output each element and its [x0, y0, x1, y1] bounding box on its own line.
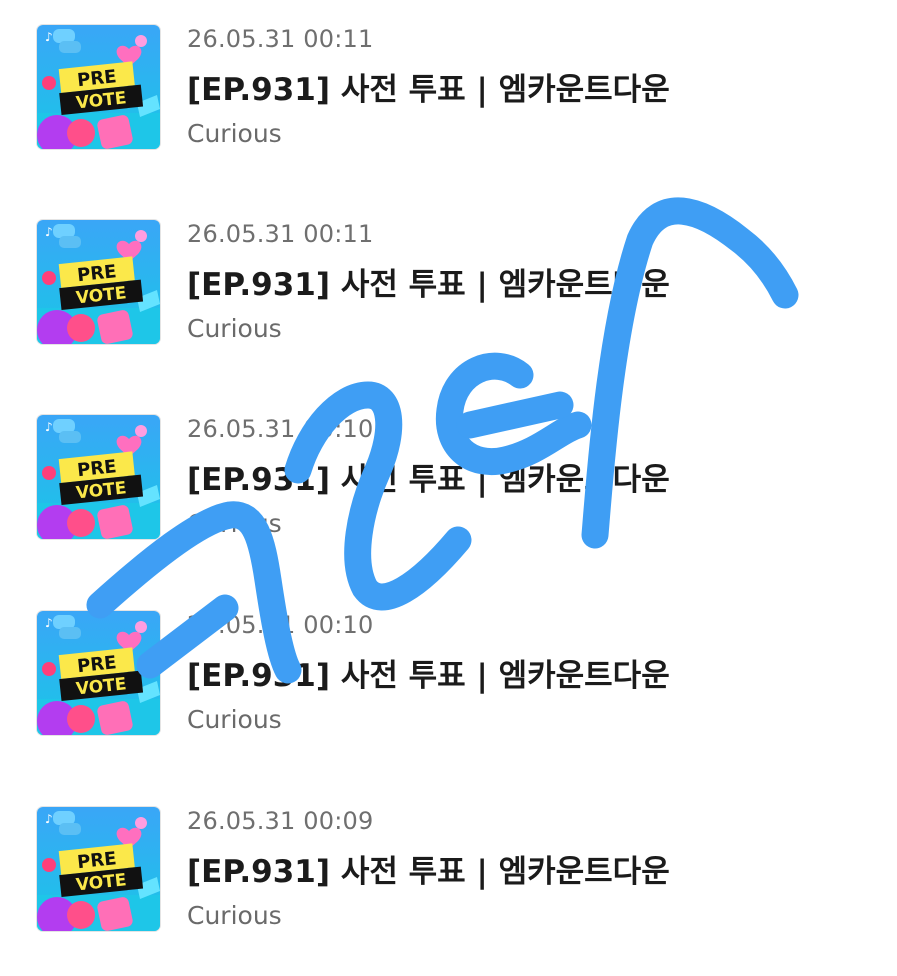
list-item[interactable]: ♪ PRE VOTE 26.05.31 00:11 [EP.931] 사전 투표…: [0, 217, 897, 357]
list-item[interactable]: ♪ PRE VOTE 26.05.31 00:10 [EP.931] 사전 투표…: [0, 412, 897, 552]
notification-date: 26.05.31 00:11: [187, 220, 374, 248]
notification-artist: Curious: [187, 705, 282, 734]
pre-vote-thumbnail: ♪ PRE VOTE: [36, 610, 161, 736]
notification-date: 26.05.31 00:10: [187, 415, 374, 443]
thumb-badge-line1: PRE: [76, 848, 117, 873]
svg-text:♪: ♪: [45, 30, 53, 44]
notification-date: 26.05.31 00:09: [187, 807, 374, 835]
thumb-badge-line1: PRE: [76, 456, 117, 481]
thumb-badge-line1: PRE: [76, 66, 117, 91]
notification-title: [EP.931] 사전 투표 | 엠카운트다운: [187, 72, 670, 108]
svg-text:♪: ♪: [45, 812, 53, 826]
list-item[interactable]: ♪ PRE VOTE 26.05.31 00:10 [EP.931] 사전 투표…: [0, 608, 897, 748]
svg-text:♪: ♪: [45, 420, 53, 434]
notification-artist: Curious: [187, 314, 282, 343]
list-item[interactable]: ♪ PRE VOTE 26.05.31 00:09 [EP.931] 사전 투표…: [0, 804, 897, 944]
notification-title: [EP.931] 사전 투표 | 엠카운트다운: [187, 267, 670, 303]
svg-text:♪: ♪: [45, 225, 53, 239]
notification-artist: Curious: [187, 509, 282, 538]
pre-vote-thumbnail: ♪ PRE VOTE: [36, 24, 161, 150]
notification-artist: Curious: [187, 901, 282, 930]
thumb-badge-line1: PRE: [76, 652, 117, 677]
pre-vote-thumbnail: ♪ PRE VOTE: [36, 219, 161, 345]
notification-date: 26.05.31 00:10: [187, 611, 374, 639]
notification-title: [EP.931] 사전 투표 | 엠카운트다운: [187, 462, 670, 498]
notification-artist: Curious: [187, 119, 282, 148]
notification-title: [EP.931] 사전 투표 | 엠카운트다운: [187, 658, 670, 694]
notification-title: [EP.931] 사전 투표 | 엠카운트다운: [187, 854, 670, 890]
list-item[interactable]: ♪ PRE VOTE 26.05.31 00:11 [EP.931] 사전 투표…: [0, 22, 897, 162]
pre-vote-thumbnail: ♪ PRE VOTE: [36, 806, 161, 932]
pre-vote-thumbnail: ♪ PRE VOTE: [36, 414, 161, 540]
thumb-badge-line1: PRE: [76, 261, 117, 286]
svg-text:♪: ♪: [45, 616, 53, 630]
notification-date: 26.05.31 00:11: [187, 25, 374, 53]
